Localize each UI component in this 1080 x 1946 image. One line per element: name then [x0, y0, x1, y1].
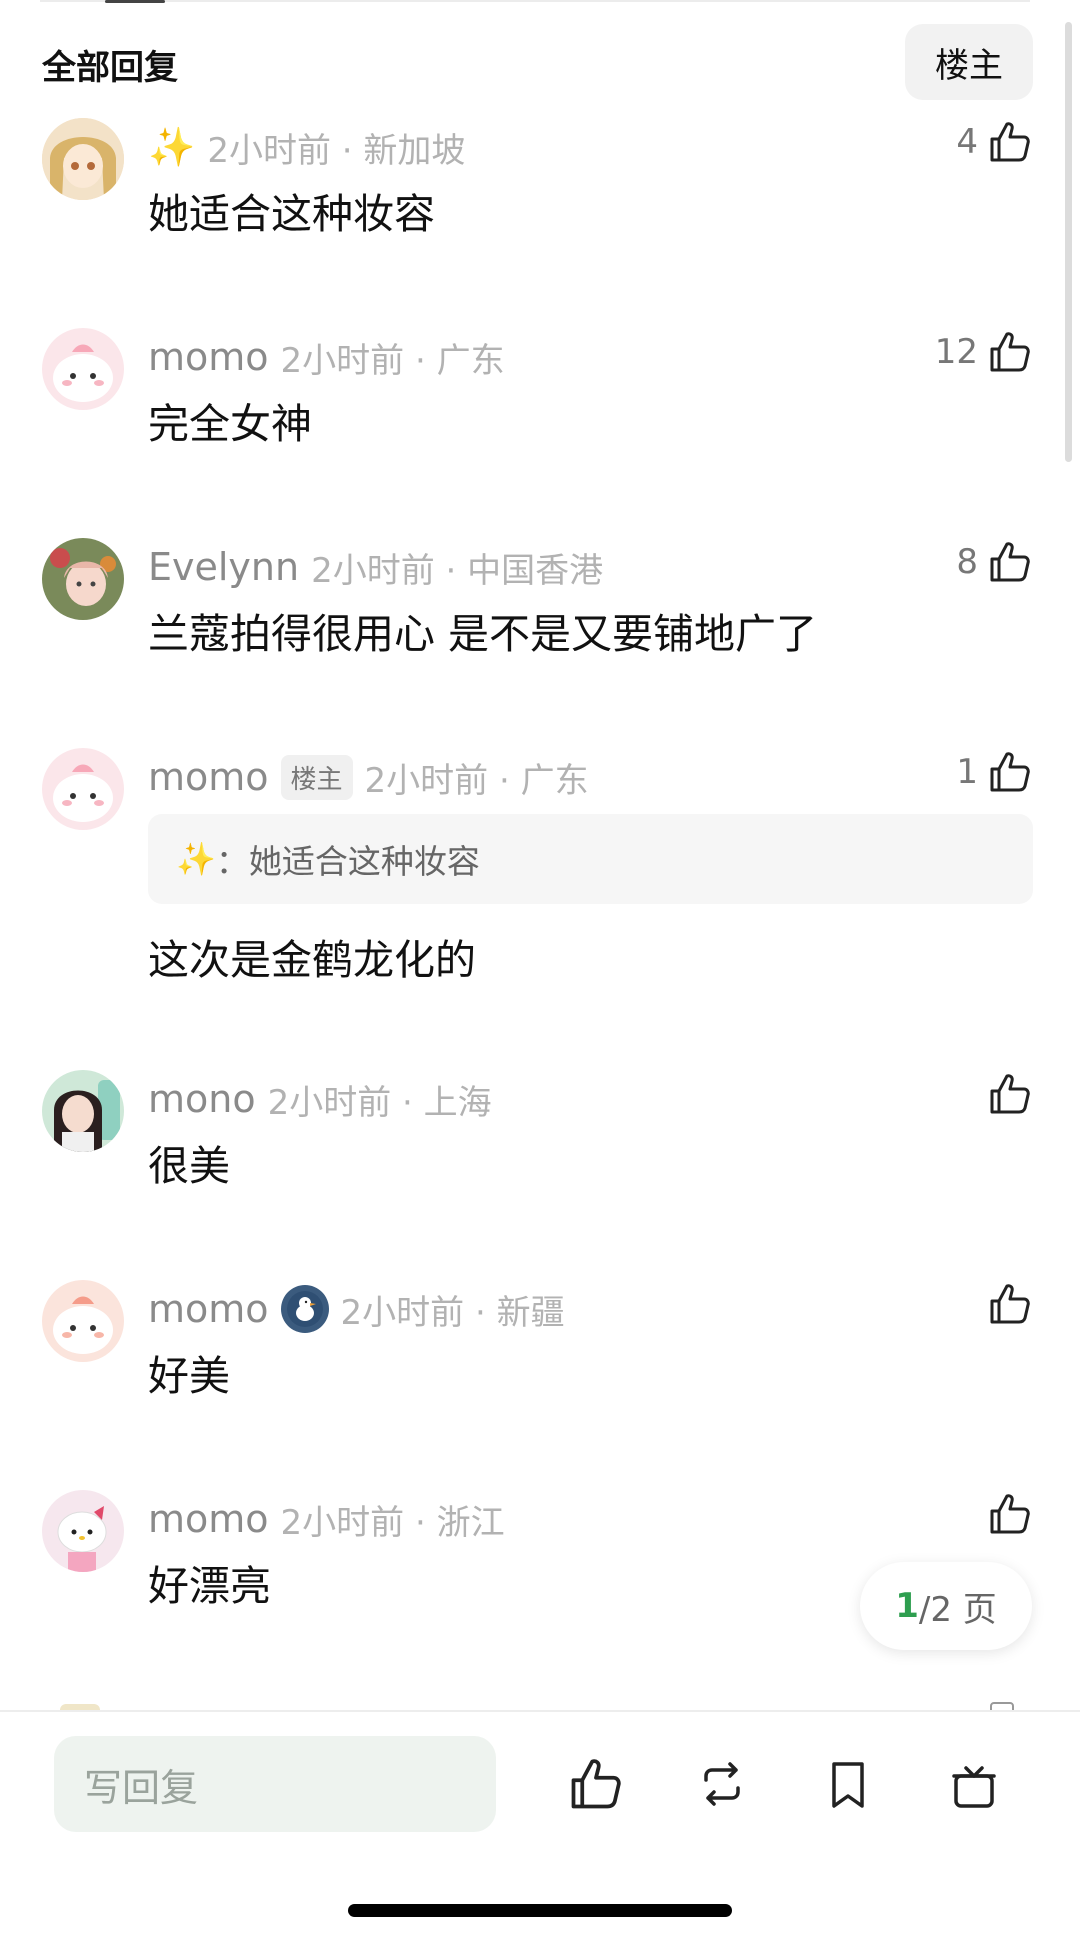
comment-meta: momo 楼主 2小时前 · 广东: [148, 752, 589, 802]
avatar[interactable]: [42, 118, 124, 200]
username[interactable]: Evelynn: [148, 545, 299, 589]
comment-meta: ✨ 2小时前 · 新加坡: [148, 122, 465, 172]
like-button[interactable]: 8: [956, 536, 1034, 588]
username[interactable]: mono: [148, 1077, 256, 1121]
thumbs-up-icon: [986, 1490, 1034, 1538]
tab-indicator: [105, 0, 165, 3]
op-badge: 楼主: [280, 754, 353, 800]
like-button[interactable]: 4: [956, 116, 1034, 168]
avatar[interactable]: [42, 748, 124, 830]
reply-input[interactable]: 写回复: [54, 1736, 496, 1832]
gift-icon[interactable]: [944, 1754, 1004, 1814]
op-only-filter-button[interactable]: 楼主: [905, 24, 1033, 100]
comment-text: 很美: [148, 1142, 230, 1190]
bookmark-icon[interactable]: [818, 1754, 878, 1814]
total-pages: /2 页: [918, 1589, 997, 1630]
thumbs-up-icon: [986, 1280, 1034, 1328]
avatar[interactable]: [42, 1490, 124, 1572]
username[interactable]: momo: [148, 1497, 269, 1541]
time-location: 2小时前 · 新加坡: [207, 130, 466, 171]
time-location: 2小时前 · 浙江: [280, 1502, 505, 1543]
comment-text: 这次是金鹤龙化的: [148, 936, 476, 984]
current-page: 1: [895, 1586, 919, 1626]
username[interactable]: momo: [148, 1287, 269, 1331]
time-location: 2小时前 · 新疆: [340, 1292, 565, 1333]
like-button[interactable]: [978, 1488, 1034, 1540]
avatar[interactable]: [42, 328, 124, 410]
comment-meta: momo 2小时前 · 浙江: [148, 1494, 505, 1544]
duck-badge-icon: [280, 1285, 329, 1333]
like-count: 1: [956, 752, 978, 792]
comment-meta: mono 2小时前 · 上海: [148, 1074, 492, 1124]
time-location: 2小时前 · 上海: [267, 1082, 492, 1123]
repost-icon[interactable]: [692, 1754, 752, 1814]
like-count: 4: [956, 122, 978, 162]
like-count: 12: [934, 332, 978, 372]
comment-text: 她适合这种妆容: [148, 190, 435, 238]
sparkle-icon: ✨: [176, 840, 216, 878]
comment-meta: momo 2小时前 · 广东: [148, 332, 505, 382]
section-title: 全部回复: [42, 48, 178, 88]
avatar[interactable]: [42, 1280, 124, 1362]
like-button[interactable]: [978, 1068, 1034, 1120]
scrollbar[interactable]: [1065, 22, 1072, 462]
avatar[interactable]: [42, 1070, 124, 1152]
time-location: 2小时前 · 广东: [364, 760, 589, 801]
comment-text: 好美: [148, 1352, 230, 1400]
comment-meta: Evelynn 2小时前 · 中国香港: [148, 542, 603, 592]
thumbs-up-icon: [986, 118, 1034, 166]
pagination-indicator[interactable]: 1 /2 页: [860, 1562, 1032, 1650]
home-indicator[interactable]: [348, 1904, 732, 1917]
sparkle-icon: ✨: [148, 124, 196, 169]
thumbs-up-icon[interactable]: [566, 1754, 626, 1814]
avatar[interactable]: [42, 538, 124, 620]
thumbs-up-icon: [986, 1070, 1034, 1118]
time-location: 2小时前 · 中国香港: [311, 550, 604, 591]
username[interactable]: momo: [148, 335, 269, 379]
quote-text: ：她适合这种妆容: [215, 842, 480, 881]
thumbs-up-icon: [986, 328, 1034, 376]
quoted-reply[interactable]: ✨ ：她适合这种妆容: [148, 814, 1033, 904]
comment-text: 完全女神: [148, 400, 312, 448]
thumbs-up-icon: [986, 748, 1034, 796]
top-divider: [40, 0, 1030, 2]
like-button[interactable]: [978, 1278, 1034, 1330]
next-comment-peek: [0, 1702, 1080, 1710]
comment-text: 兰蔻拍得很用心 是不是又要铺地广了: [148, 610, 818, 658]
comment-meta: momo 2小时前 · 新疆: [148, 1284, 565, 1334]
like-count: 8: [956, 542, 978, 582]
username[interactable]: momo: [148, 755, 269, 799]
comment-text: 好漂亮: [148, 1562, 271, 1610]
like-button[interactable]: 1: [956, 746, 1034, 798]
bottom-action-bar: 写回复: [0, 1710, 1080, 1946]
thumbs-up-icon: [986, 538, 1034, 586]
like-button[interactable]: 12: [935, 326, 1034, 378]
time-location: 2小时前 · 广东: [280, 340, 505, 381]
